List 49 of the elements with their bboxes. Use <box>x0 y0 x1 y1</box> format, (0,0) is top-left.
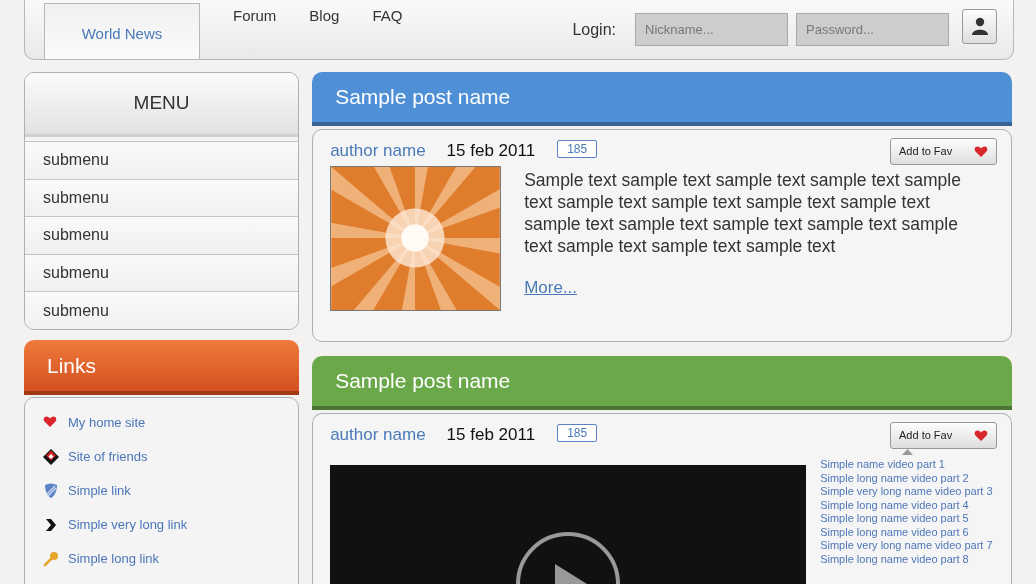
scroll-up-button[interactable] <box>902 448 914 455</box>
playlist-link[interactable]: Simple long name video part 6 <box>820 525 993 539</box>
post-text: Sample text sample text sample text sample text sample text sample text sample text sample text sample text sample text sample text sample text sample text sample text sample text sample text sample text <box>524 169 962 257</box>
submenu-item[interactable]: submenu <box>25 253 299 292</box>
user-icon <box>970 17 989 35</box>
comment-count: 185 <box>557 140 598 158</box>
heart-icon <box>974 144 988 158</box>
author-link[interactable]: author name <box>330 422 426 448</box>
playlist-link[interactable]: Simple very long name video part 7 <box>820 539 993 553</box>
playlist-link[interactable]: Simple name video part 1 <box>820 458 993 472</box>
links-header: Links <box>24 340 300 395</box>
add-to-fav-button[interactable]: Add to Fav <box>890 421 997 449</box>
link[interactable]: Site of friends <box>68 447 148 467</box>
submenu-item[interactable]: submenu <box>25 216 299 254</box>
playlist-link[interactable]: Simple very long name video part 3 <box>820 485 993 499</box>
author-link[interactable]: author name <box>330 138 426 164</box>
diamond-icon <box>43 449 59 465</box>
post-header: Sample post name <box>312 356 1012 410</box>
playlist-link[interactable]: Simple long name video part 5 <box>820 512 993 526</box>
comment-count: 185 <box>557 424 598 442</box>
playlist-link[interactable]: Simple long name video part 8 <box>820 552 993 566</box>
add-to-fav-button[interactable]: Add to Fav <box>890 137 997 165</box>
link[interactable]: Simple link <box>68 481 131 501</box>
heart-icon <box>974 428 988 442</box>
nav-tab[interactable]: Blog <box>309 0 340 59</box>
post-header: Sample post name <box>312 72 1012 126</box>
submenu-item[interactable]: submenu <box>25 178 299 217</box>
submenu-item[interactable]: submenu <box>25 141 299 179</box>
pin-icon <box>43 551 59 567</box>
nav-tab[interactable]: Forum <box>233 0 277 59</box>
link[interactable]: Simple long link <box>68 549 160 569</box>
password-field[interactable]: Password... <box>796 13 949 46</box>
submenu-item[interactable]: submenu <box>25 291 299 329</box>
post-date: 15 feb 2011 <box>446 424 536 447</box>
link[interactable]: Simple very long link <box>68 515 188 535</box>
nav-tab[interactable]: FAQ <box>372 0 403 59</box>
post-date: 15 feb 2011 <box>446 140 536 163</box>
playlist-link[interactable]: Simple long name video part 2 <box>820 471 993 485</box>
playlist-link[interactable]: Simple long name video part 4 <box>820 498 993 512</box>
user-button[interactable] <box>962 8 997 44</box>
chevron-icon <box>43 517 59 533</box>
more-link[interactable]: More... <box>524 275 578 301</box>
shield-icon <box>43 483 59 499</box>
menu-title: MENU <box>25 73 299 137</box>
play-icon <box>515 531 622 584</box>
nickname-field[interactable]: Nickname... <box>635 13 788 46</box>
nav-tab[interactable]: World News <box>44 3 200 59</box>
link[interactable]: My home site <box>68 413 146 433</box>
login-label: Login: <box>572 19 616 40</box>
